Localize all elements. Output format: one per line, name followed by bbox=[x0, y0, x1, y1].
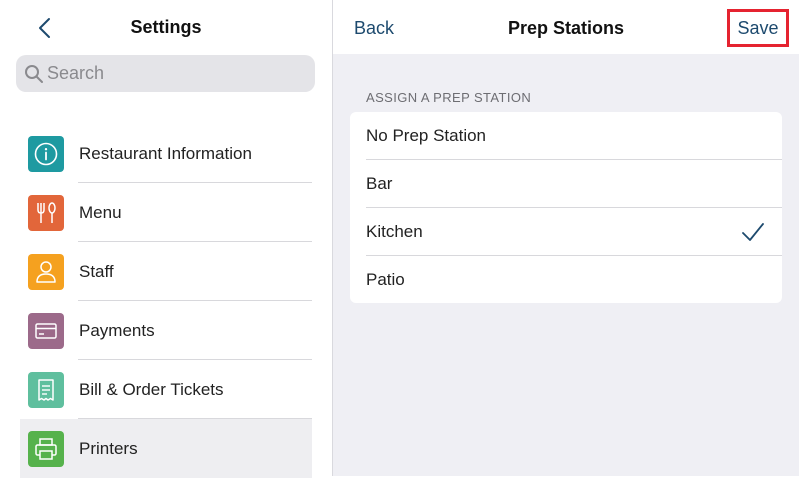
option-patio[interactable]: Patio bbox=[350, 256, 782, 303]
restaurant-info-tile bbox=[28, 136, 64, 172]
menu-tile bbox=[28, 195, 64, 231]
sidebar-item-menu[interactable]: Menu bbox=[20, 183, 312, 242]
option-no-prep-station[interactable]: No Prep Station bbox=[350, 112, 782, 160]
settings-menu: Restaurant Information Menu Staff Paymen… bbox=[20, 124, 312, 478]
payments-tile bbox=[28, 313, 64, 349]
search-placeholder: Search bbox=[47, 63, 105, 83]
navigation-bar: Back Prep Stations Save bbox=[333, 0, 799, 54]
credit-card-icon bbox=[35, 323, 57, 339]
option-label: Kitchen bbox=[366, 222, 423, 241]
prep-stations-panel: Back Prep Stations Save ASSIGN A PREP ST… bbox=[333, 0, 799, 476]
option-label: No Prep Station bbox=[366, 126, 487, 145]
settings-sidebar: Settings Search Restaurant Information M… bbox=[0, 0, 333, 478]
option-label: Bar bbox=[366, 174, 393, 193]
sidebar-item-label: Payments bbox=[79, 321, 155, 340]
sidebar-item-staff[interactable]: Staff bbox=[20, 242, 312, 301]
sidebar-item-printers[interactable]: Printers bbox=[20, 419, 312, 478]
sidebar-item-label: Restaurant Information bbox=[79, 144, 252, 163]
search-icon bbox=[25, 65, 43, 83]
info-icon bbox=[34, 142, 58, 166]
search-field[interactable]: Search bbox=[16, 55, 315, 92]
sidebar-item-label: Bill & Order Tickets bbox=[79, 380, 224, 399]
prep-station-options: No Prep Station Bar Kitchen Patio bbox=[350, 112, 782, 303]
fork-knife-icon bbox=[37, 202, 56, 223]
option-kitchen[interactable]: Kitchen bbox=[350, 208, 782, 256]
sidebar-header: Settings bbox=[0, 0, 332, 56]
printers-tile bbox=[28, 431, 64, 467]
save-button[interactable]: Save bbox=[727, 9, 789, 47]
bill-tile bbox=[28, 372, 64, 408]
printer-icon bbox=[35, 438, 57, 460]
staff-tile bbox=[28, 254, 64, 290]
receipt-icon bbox=[38, 379, 54, 401]
sidebar-item-restaurant-information[interactable]: Restaurant Information bbox=[20, 124, 312, 183]
option-label: Patio bbox=[366, 270, 405, 289]
sidebar-item-payments[interactable]: Payments bbox=[20, 301, 312, 360]
sidebar-item-label: Staff bbox=[79, 262, 114, 281]
person-icon bbox=[36, 261, 56, 283]
checkmark-icon bbox=[742, 223, 764, 241]
sidebar-item-label: Menu bbox=[79, 203, 122, 222]
sidebar-item-bill-order-tickets[interactable]: Bill & Order Tickets bbox=[20, 360, 312, 419]
sidebar-item-label: Printers bbox=[79, 439, 138, 458]
option-bar[interactable]: Bar bbox=[350, 160, 782, 208]
section-header: ASSIGN A PREP STATION bbox=[366, 90, 532, 105]
sidebar-title: Settings bbox=[130, 17, 202, 37]
